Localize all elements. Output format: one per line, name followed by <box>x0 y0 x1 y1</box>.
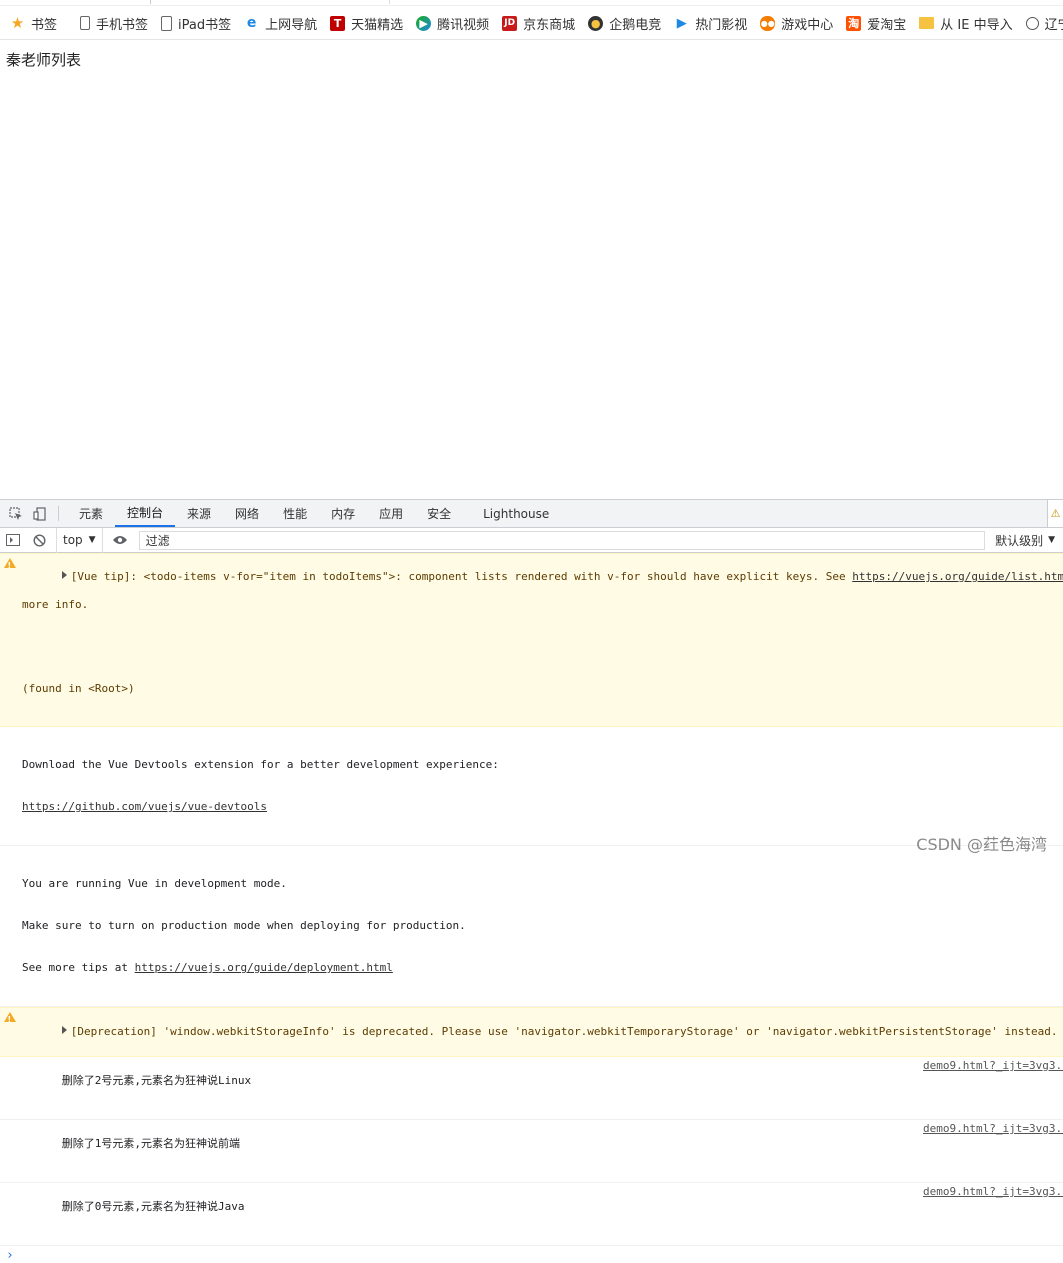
star-icon: ★ <box>10 14 25 32</box>
expand-icon <box>61 571 67 579</box>
tablet-icon <box>161 15 173 31</box>
console-toolbar: top ▼ 过滤 默认级别 ▼ <box>0 527 1063 553</box>
tab-console[interactable]: 控制台 <box>115 500 176 527</box>
folder-icon <box>919 17 935 29</box>
console-output: [Vue tip]: <todo-items v-for="item in to… <box>0 553 1063 1263</box>
context-selector[interactable]: top ▼ <box>56 527 103 553</box>
sidebar-toggle-icon[interactable] <box>0 528 26 553</box>
source-link[interactable]: demo9.html?_ijt=3vg3... <box>923 1059 1063 1073</box>
watermark: CSDN @荭色海湾 <box>916 835 1047 854</box>
tab-performance[interactable]: 性能 <box>271 500 319 527</box>
bookmark-item[interactable]: 从 IE 中导入 <box>919 14 1013 33</box>
warning-icon <box>3 557 16 573</box>
phone-icon <box>80 16 91 30</box>
console-log: 删除了0号元素,元素名为狂神说Java demo9.html?_ijt=3vg3… <box>0 1183 1063 1246</box>
chevron-down-icon: ▼ <box>1048 535 1055 545</box>
bookmark-item[interactable]: ●● 游戏中心 <box>760 14 833 33</box>
tab-security[interactable]: 安全 <box>415 500 463 527</box>
bookmark-item[interactable]: ▶ 腾讯视频 <box>416 14 489 33</box>
console-link[interactable]: https://github.com/vuejs/vue-devtools <box>22 800 1053 814</box>
penguin-icon: ● <box>588 15 604 31</box>
tab-memory[interactable]: 内存 <box>319 500 367 527</box>
console-log: Download the Vue Devtools extension for … <box>0 727 1063 846</box>
bookmarks-bar: ★ 书签 手机书签 iPad书签 e 上网导航 T 天猫精选 ▶ 腾讯视频 JD 京东商城… <box>0 7 1063 40</box>
console-warning[interactable]: [Vue tip]: <todo-items v-for="item in to… <box>0 553 1063 727</box>
bookmark-item[interactable]: 辽宁工业大 <box>1025 14 1063 33</box>
clear-console-icon[interactable] <box>26 528 52 553</box>
tab-application[interactable]: 应用 <box>367 500 415 527</box>
tab-lighthouse[interactable]: Lighthouse <box>463 500 561 527</box>
console-link[interactable]: https://vuejs.org/guide/deployment.html <box>135 961 393 974</box>
bookmark-item[interactable]: T 天猫精选 <box>330 14 403 33</box>
expand-icon <box>61 1026 67 1034</box>
bookmark-item[interactable]: JD 京东商城 <box>502 14 575 33</box>
tab-network[interactable]: 网络 <box>223 500 271 527</box>
devtools-panel: 元素 控制台 来源 网络 性能 内存 应用 安全 Lighthouse ⚠ to… <box>0 499 1063 1263</box>
bookmark-item[interactable]: ● 企鹅电竞 <box>588 14 661 33</box>
bookmark-item[interactable]: ★ 书签 <box>10 14 57 33</box>
tab-elements[interactable]: 元素 <box>67 500 115 527</box>
warning-count-icon[interactable]: ⚠ <box>1047 500 1063 527</box>
console-prompt[interactable]: › <box>0 1246 1063 1263</box>
log-levels-dropdown[interactable]: 默认级别 ▼ <box>989 532 1063 549</box>
bookmark-item[interactable]: 手机书签 <box>80 14 148 33</box>
console-log: You are running Vue in development mode.… <box>0 846 1063 1007</box>
browser-tab-strip <box>0 0 1063 6</box>
console-link[interactable]: https://vuejs.org/guide/list.html#key <box>852 570 1063 583</box>
inspect-element-icon[interactable] <box>4 500 28 527</box>
source-link[interactable]: demo9.html?_ijt=3vg3... <box>923 1185 1063 1199</box>
tmall-icon: T <box>330 15 346 31</box>
gamepad-icon: ●● <box>760 15 776 31</box>
tencent-video-icon: ▶ <box>416 15 432 31</box>
source-link[interactable]: demo9.html?_ijt=3vg3... <box>923 1122 1063 1136</box>
play-icon: ▶ <box>676 15 687 31</box>
bookmark-item[interactable]: e 上网导航 <box>244 14 317 33</box>
bookmark-item[interactable]: 淘爱淘宝 <box>846 14 906 33</box>
console-warning[interactable]: [Deprecation] 'window.webkitStorageInfo'… <box>0 1007 1063 1057</box>
console-filter-input[interactable]: 过滤 <box>138 530 986 550</box>
eye-icon[interactable] <box>103 528 137 553</box>
device-toolbar-icon[interactable] <box>28 500 52 527</box>
warning-icon <box>3 1011 16 1027</box>
taobao-icon: 淘 <box>846 15 862 31</box>
globe-icon <box>1025 16 1039 30</box>
console-log: 删除了2号元素,元素名为狂神说Linux demo9.html?_ijt=3vg… <box>0 1057 1063 1120</box>
ie-icon: e <box>246 15 257 31</box>
jd-icon: JD <box>502 15 518 31</box>
page-title: 秦老师列表 <box>6 51 82 69</box>
chevron-down-icon: ▼ <box>88 535 96 545</box>
devtools-tabbar: 元素 控制台 来源 网络 性能 内存 应用 安全 Lighthouse ⚠ <box>0 499 1063 528</box>
bookmark-item[interactable]: ▶ 热门影视 <box>674 14 748 33</box>
bookmark-item[interactable]: iPad书签 <box>161 14 231 33</box>
console-log: 删除了1号元素,元素名为狂神说前端 demo9.html?_ijt=3vg3..… <box>0 1120 1063 1183</box>
tab-sources[interactable]: 来源 <box>175 500 223 527</box>
